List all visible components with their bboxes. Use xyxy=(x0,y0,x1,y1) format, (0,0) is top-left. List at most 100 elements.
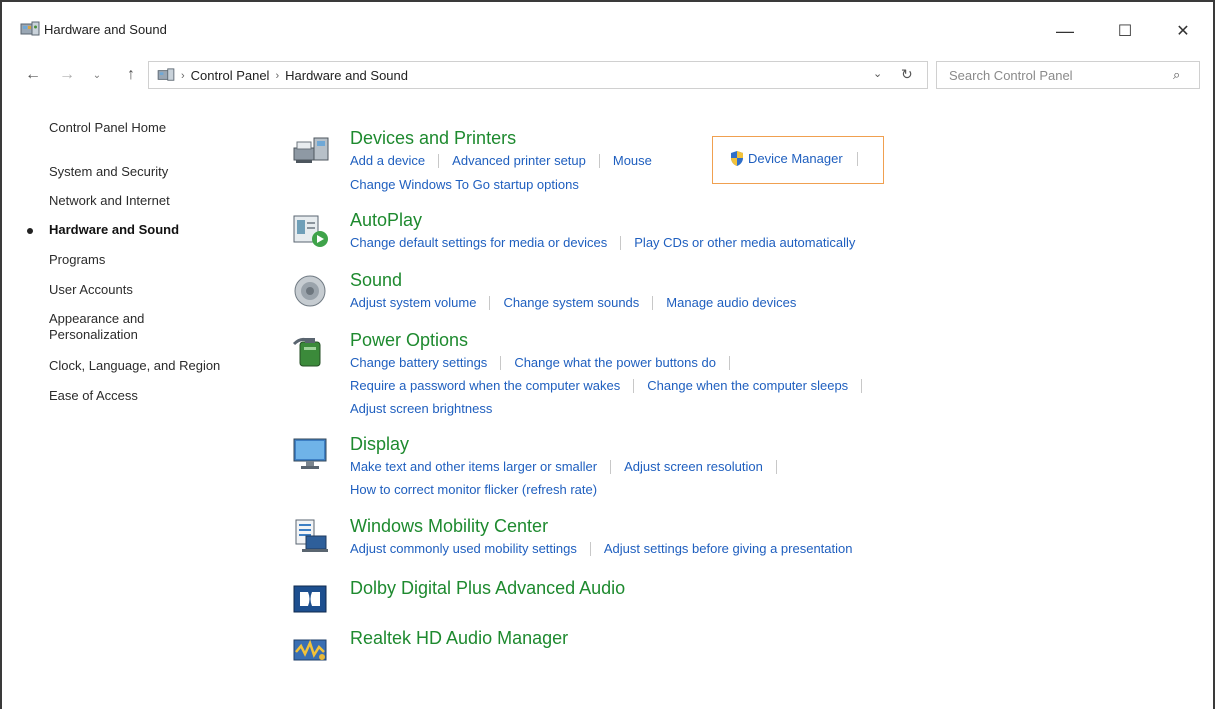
sidebar-item-network-and-internet[interactable]: Network and Internet xyxy=(49,193,170,209)
link-divider xyxy=(489,295,491,310)
minimize-icon: — xyxy=(1056,20,1074,41)
arrow-up-icon: ↑ xyxy=(127,66,135,83)
sidebar-item-hardware-and-sound[interactable]: Hardware and Sound xyxy=(49,222,179,238)
link-divider xyxy=(598,153,600,168)
forward-button[interactable]: → xyxy=(56,64,78,86)
control-panel-icon xyxy=(157,68,175,81)
link-divider xyxy=(861,378,863,393)
devices-links-row: Add a device Advanced printer setup Mous… xyxy=(350,153,652,168)
device-manager-link[interactable]: Device Manager xyxy=(748,151,843,166)
maximize-button[interactable]: ☐ xyxy=(1102,16,1148,46)
search-input[interactable]: Search Control Panel ⌕ xyxy=(936,61,1200,89)
up-button[interactable]: ↑ xyxy=(120,64,142,86)
realtek-audio-icon xyxy=(293,639,327,661)
search-placeholder: Search Control Panel xyxy=(949,68,1073,83)
link-divider xyxy=(633,378,635,393)
change-sleep-link[interactable]: Change when the computer sleeps xyxy=(647,378,848,393)
breadcrumb-separator: › xyxy=(181,69,185,82)
refresh-icon[interactable]: ↻ xyxy=(901,66,913,83)
minimize-button[interactable]: — xyxy=(1042,16,1088,46)
link-divider xyxy=(652,295,654,310)
breadcrumb: › Control Panel › Hardware and Sound xyxy=(181,68,408,83)
shield-icon xyxy=(731,151,743,166)
change-default-media-link[interactable]: Change default settings for media or dev… xyxy=(350,235,607,250)
sound-title[interactable]: Sound xyxy=(350,270,402,291)
sidebar-item-system-and-security[interactable]: System and Security xyxy=(49,164,168,180)
sidebar-item-personalization[interactable]: Personalization xyxy=(49,327,138,343)
power-options-title[interactable]: Power Options xyxy=(350,330,468,351)
manage-audio-devices-link[interactable]: Manage audio devices xyxy=(666,295,796,310)
link-divider xyxy=(775,459,777,474)
mobility-center-title[interactable]: Windows Mobility Center xyxy=(350,516,548,537)
address-bar[interactable]: › Control Panel › Hardware and Sound ⌄ ↻ xyxy=(148,61,928,89)
control-panel-icon xyxy=(20,21,40,36)
sidebar-item-ease-of-access[interactable]: Ease of Access xyxy=(49,388,138,404)
speaker-icon xyxy=(294,275,326,307)
breadcrumb-control-panel[interactable]: Control Panel xyxy=(191,68,270,83)
power-links-row: Change battery settings Change what the … xyxy=(350,355,743,370)
link-divider xyxy=(500,355,502,370)
mobility-settings-link[interactable]: Adjust commonly used mobility settings xyxy=(350,541,577,556)
monitor-icon xyxy=(293,438,327,469)
display-title[interactable]: Display xyxy=(350,434,409,455)
link-divider xyxy=(620,235,622,250)
chevron-down-icon: ⌄ xyxy=(92,69,102,81)
power-options-icon xyxy=(292,337,321,367)
link-divider xyxy=(610,459,612,474)
devices-and-printers-title[interactable]: Devices and Printers xyxy=(350,128,516,149)
breadcrumb-separator: › xyxy=(275,69,280,82)
sidebar-item-user-accounts[interactable]: User Accounts xyxy=(49,282,133,298)
window-title: Hardware and Sound xyxy=(44,22,167,37)
back-button[interactable]: ← xyxy=(22,64,44,86)
mobility-links-row: Adjust commonly used mobility settings A… xyxy=(350,541,852,556)
adjust-brightness-link[interactable]: Adjust screen brightness xyxy=(350,401,492,416)
breadcrumb-hardware-and-sound[interactable]: Hardware and Sound xyxy=(285,68,408,83)
title-bar: Hardware and Sound — ☐ ✕ xyxy=(2,2,1213,54)
mouse-link[interactable]: Mouse xyxy=(613,153,652,168)
autoplay-icon xyxy=(293,215,328,247)
link-divider xyxy=(856,151,858,166)
change-battery-settings-link[interactable]: Change battery settings xyxy=(350,355,487,370)
sidebar-item-programs[interactable]: Programs xyxy=(49,252,105,268)
advanced-printer-setup-link[interactable]: Advanced printer setup xyxy=(452,153,586,168)
arrow-left-icon: ← xyxy=(25,66,41,83)
sidebar-item-control-panel-home[interactable]: Control Panel Home xyxy=(49,120,166,136)
require-password-link[interactable]: Require a password when the computer wak… xyxy=(350,378,620,393)
device-manager-highlight: Device Manager xyxy=(712,136,884,184)
recent-locations-button[interactable]: ⌄ xyxy=(86,64,108,86)
link-divider xyxy=(438,153,440,168)
search-icon[interactable]: ⌕ xyxy=(1173,67,1180,83)
close-icon: ✕ xyxy=(1176,23,1190,40)
text-larger-link[interactable]: Make text and other items larger or smal… xyxy=(350,459,597,474)
sound-links-row: Adjust system volume Change system sound… xyxy=(350,295,796,310)
active-bullet-icon xyxy=(27,228,33,234)
autoplay-title[interactable]: AutoPlay xyxy=(350,210,422,231)
play-cds-link[interactable]: Play CDs or other media automatically xyxy=(634,235,855,250)
devices-links-row-2: Change Windows To Go startup options xyxy=(350,177,579,192)
display-links-row-2: How to correct monitor flicker (refresh … xyxy=(350,482,597,497)
autoplay-links-row: Change default settings for media or dev… xyxy=(350,235,855,250)
display-links-row: Make text and other items larger or smal… xyxy=(350,459,790,474)
sidebar-item-appearance[interactable]: Appearance and xyxy=(49,311,144,327)
presentation-settings-link[interactable]: Adjust settings before giving a presenta… xyxy=(604,541,853,556)
printer-icon xyxy=(293,137,329,163)
power-links-row-3: Adjust screen brightness xyxy=(350,401,492,416)
power-buttons-link[interactable]: Change what the power buttons do xyxy=(514,355,716,370)
mobility-center-icon xyxy=(295,519,328,552)
power-links-row-2: Require a password when the computer wak… xyxy=(350,378,875,393)
sidebar-item-clock-language-region[interactable]: Clock, Language, and Region xyxy=(49,358,220,374)
link-divider xyxy=(589,541,591,556)
dolby-icon xyxy=(293,585,327,613)
realtek-title[interactable]: Realtek HD Audio Manager xyxy=(350,628,568,649)
arrow-right-icon: → xyxy=(59,66,75,83)
monitor-flicker-link[interactable]: How to correct monitor flicker (refresh … xyxy=(350,482,597,497)
dolby-title[interactable]: Dolby Digital Plus Advanced Audio xyxy=(350,578,625,599)
add-device-link[interactable]: Add a device xyxy=(350,153,425,168)
change-system-sounds-link[interactable]: Change system sounds xyxy=(503,295,639,310)
adjust-volume-link[interactable]: Adjust system volume xyxy=(350,295,476,310)
windows-to-go-link[interactable]: Change Windows To Go startup options xyxy=(350,177,579,192)
maximize-icon: ☐ xyxy=(1117,23,1133,40)
address-dropdown-icon[interactable]: ⌄ xyxy=(873,67,882,80)
close-button[interactable]: ✕ xyxy=(1160,16,1206,46)
screen-resolution-link[interactable]: Adjust screen resolution xyxy=(624,459,763,474)
